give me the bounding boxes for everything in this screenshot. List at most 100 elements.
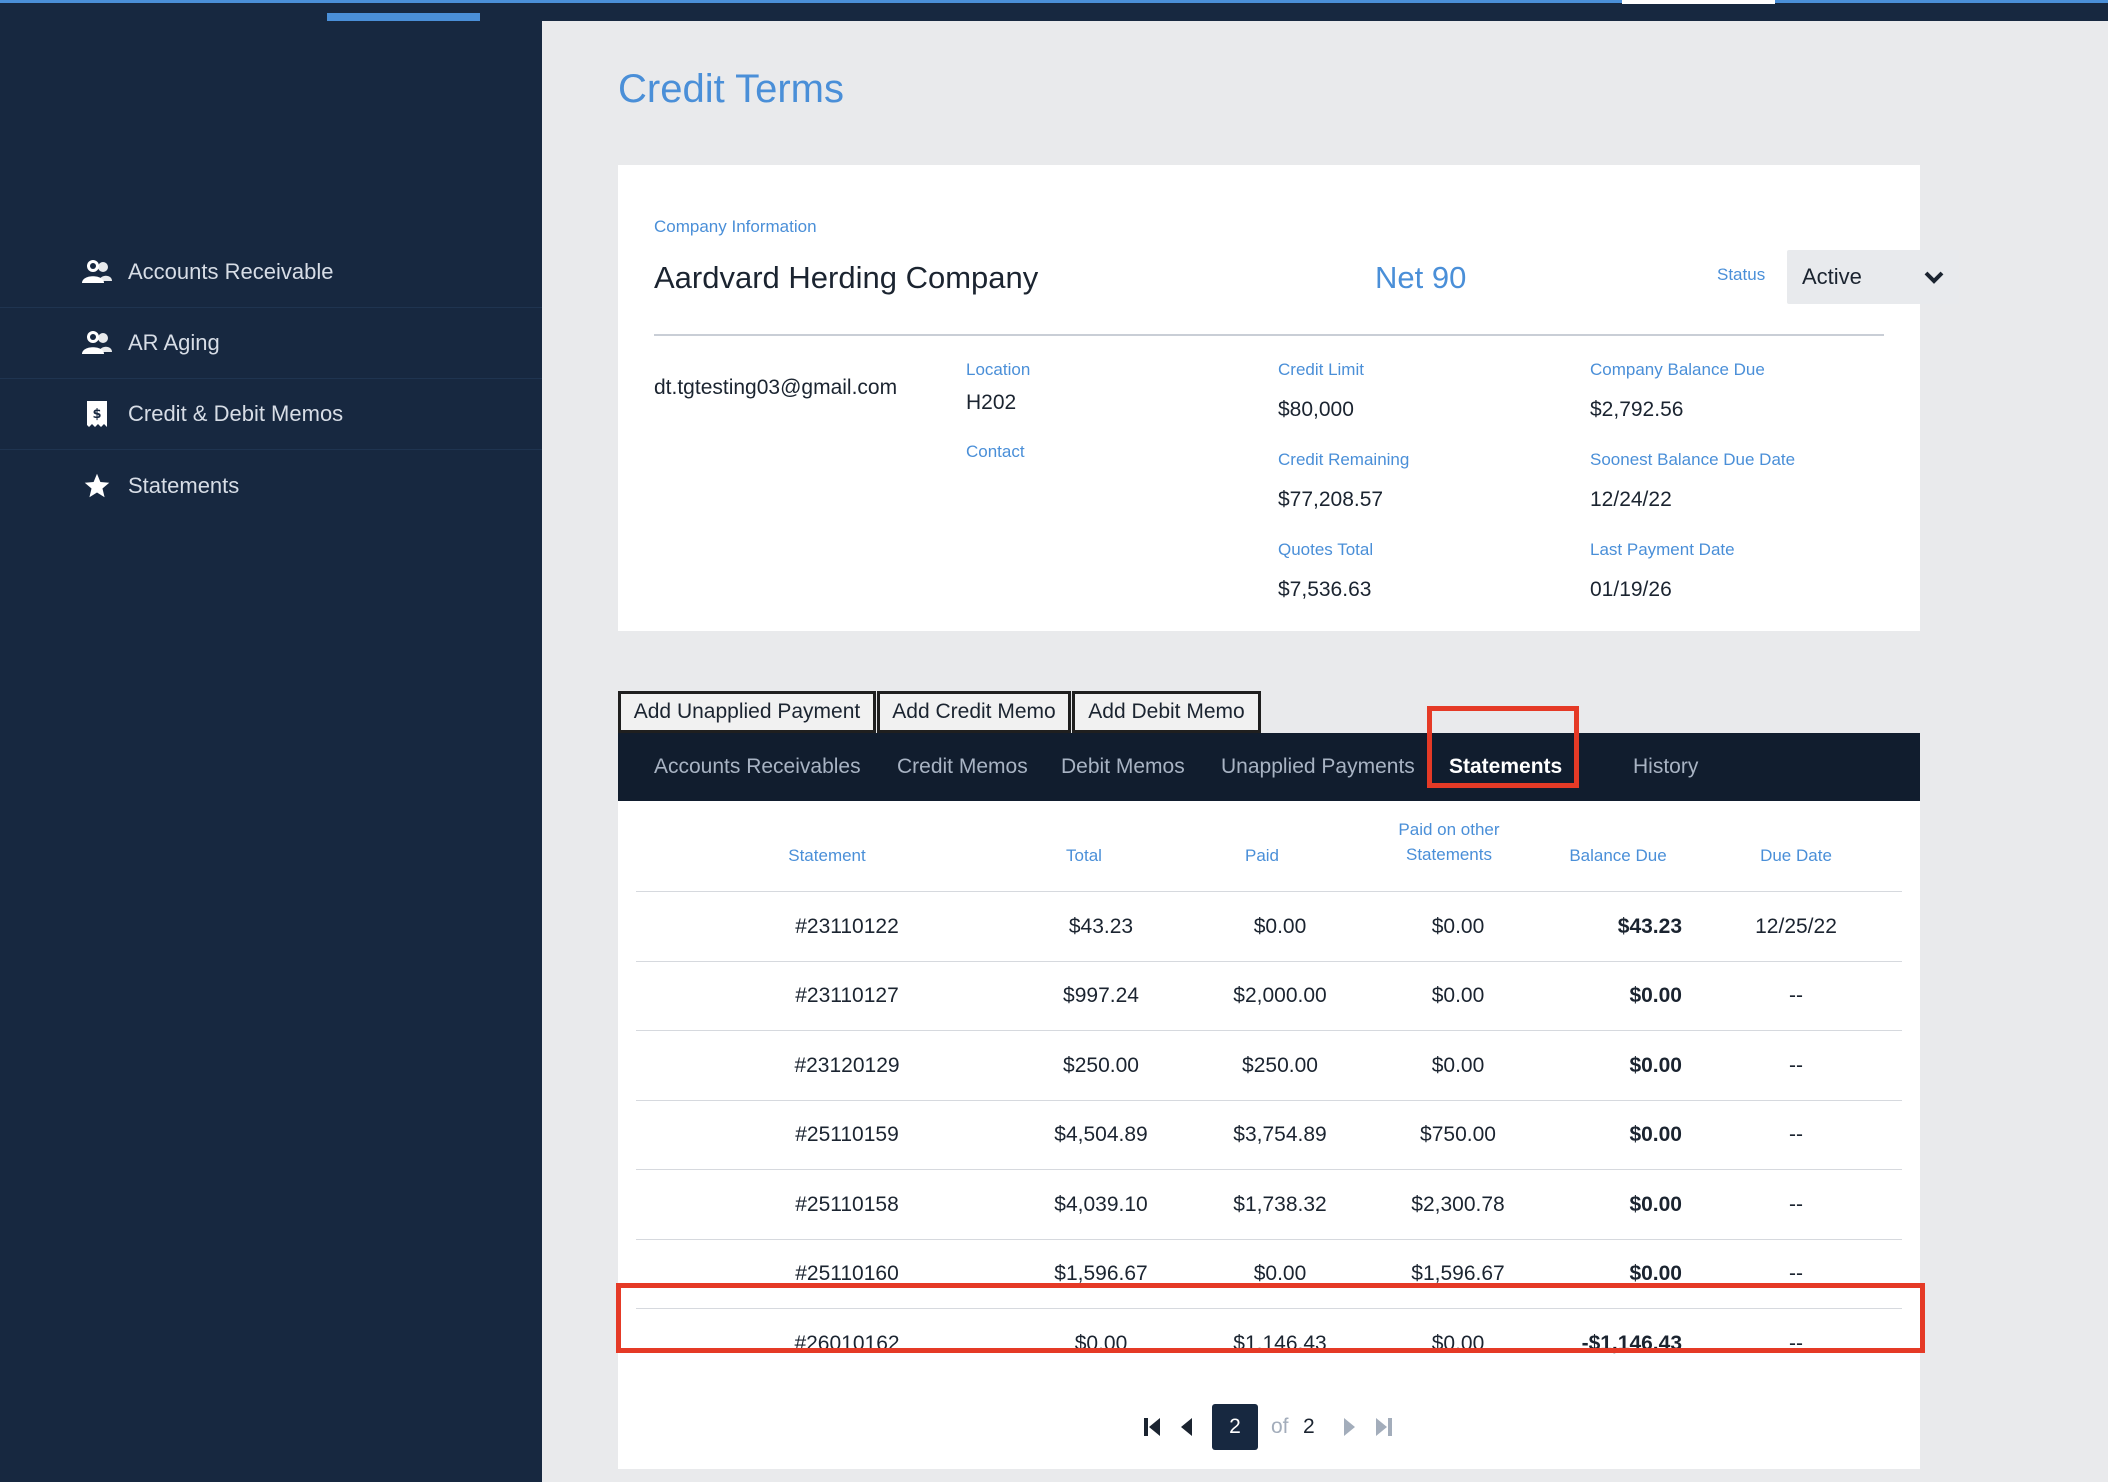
users-icon [82,257,112,287]
company-email: dt.tgtesting03@gmail.com [654,376,898,399]
sidebar-item-label: Accounts Receivable [128,259,334,284]
quotes-total-value: $7,536.63 [1278,578,1372,601]
column-header-balance-due: Balance Due [1569,846,1667,865]
cell-paid-other: $2,300.78 [1411,1192,1505,1216]
tab-credit-memos[interactable]: Credit Memos [897,733,1028,801]
soonest-due-label: Soonest Balance Due Date [1590,450,1796,469]
cell-balance-due: $0.00 [1629,1192,1682,1216]
previous-page-icon[interactable] [1176,1415,1198,1439]
cell-due-date: -- [1789,1192,1803,1216]
tab-bar: Accounts Receivables Credit Memos Debit … [618,733,1920,801]
cell-statement: #25110158 [795,1192,899,1216]
cell-paid-other: $0.00 [1431,984,1485,1007]
company-info-label: Company Information [654,217,817,236]
column-header-total: Total [1066,846,1102,865]
location-label: Location [966,360,1031,379]
cell-total: $250.00 [1063,1053,1139,1077]
credit-terms-value: Net 90 [1375,260,1467,295]
last-page-icon[interactable] [1373,1415,1395,1439]
cell-paid: $3,754.89 [1233,1123,1327,1146]
company-name: Aardvard Herding Company [654,260,1039,295]
cell-paid: $2,000.00 [1233,984,1327,1007]
table-row[interactable]: #23110127 $997.24 $2,000.00 $0.00 $0.00 -- [636,960,1902,1030]
nav-active-indicator [327,13,480,21]
chevron-down-icon [1924,271,1944,284]
cell-total: $997.24 [1063,984,1139,1007]
credit-remaining-label: Credit Remaining [1278,450,1410,469]
balance-due-label: Company Balance Due [1590,360,1765,379]
table-row[interactable]: #23120129 $250.00 $250.00 $0.00 $0.00 -- [636,1030,1902,1099]
cell-balance-due: $0.00 [1629,984,1682,1007]
receipt-icon: $ [82,399,112,429]
sidebar-item-label: Credit & Debit Memos [128,401,344,426]
sidebar-item-ar-aging[interactable]: AR Aging [0,308,542,379]
credit-limit-value: $80,000 [1278,398,1354,421]
status-label: Status [1717,265,1766,284]
cell-due-date: -- [1789,1053,1803,1077]
cell-due-date: -- [1789,1123,1803,1146]
cell-total: $4,039.10 [1054,1192,1148,1216]
sidebar-item-statements[interactable]: Statements [0,450,542,521]
add-credit-memo-button[interactable]: Add Credit Memo [877,691,1071,733]
add-debit-memo-button[interactable]: Add Debit Memo [1072,691,1261,733]
sidebar-item-credit-debit-memos[interactable]: $ Credit & Debit Memos [0,379,542,450]
cell-due-date: -- [1789,984,1803,1007]
main-content: Credit Terms Company Information Aardvar… [542,21,2108,1482]
table-row[interactable]: #25110158 $4,039.10 $1,738.32 $2,300.78 $0.0… [636,1169,1902,1238]
cell-balance-due: $43.23 [1617,914,1682,938]
svg-text:$: $ [92,407,101,422]
cell-statement: #25110159 [795,1123,899,1146]
tab-history[interactable]: History [1633,733,1698,801]
cell-due-date: 12/25/22 [1755,914,1837,938]
column-header-paid-other-line2: Statements [1406,845,1492,864]
column-header-paid-other: Paid on other Statements [1369,817,1529,867]
credit-limit-label: Credit Limit [1278,360,1364,379]
contact-label: Contact [966,442,1025,461]
cell-total: $43.23 [1068,914,1134,938]
cell-paid: $0.00 [1253,914,1307,938]
location-value: H202 [966,391,1017,414]
add-unapplied-payment-button[interactable]: Add Unapplied Payment [618,691,876,733]
cell-paid-other: $750.00 [1420,1123,1496,1146]
cell-statement: #23110127 [795,984,899,1007]
status-value: Active [1802,264,1862,289]
users-icon [82,328,112,358]
company-info-card: Company Information Aardvard Herding Com… [618,165,1959,631]
tab-accounts-receivables[interactable]: Accounts Receivables [654,733,861,801]
table-row[interactable]: #23110122 $43.23 $0.00 $0.00 $43.23 12/25/22 [636,891,1902,960]
sidebar-item-label: AR Aging [128,330,220,355]
column-header-paid-other-line1: Paid on other [1398,820,1500,839]
card-divider [654,334,1884,336]
cell-total: $4,504.89 [1054,1123,1148,1146]
cell-paid: $250.00 [1242,1053,1318,1077]
cell-paid-other: $0.00 [1431,914,1485,938]
table-row[interactable]: #25110159 $4,504.89 $3,754.89 $750.00 $0.00 -… [636,1099,1902,1169]
first-page-icon[interactable] [1141,1415,1163,1439]
current-page[interactable]: 2 [1212,1404,1258,1450]
column-header-paid: Paid [1244,846,1280,865]
quotes-total-label: Quotes Total [1278,540,1374,559]
top-bar-marker [1622,0,1775,4]
cell-paid: $1,738.32 [1233,1192,1327,1216]
column-header-statement: Statement [788,846,866,865]
last-payment-label: Last Payment Date [1590,540,1735,559]
soonest-due-value: 12/24/22 [1590,488,1672,511]
status-select[interactable]: Active [1787,250,1959,304]
cell-statement: #23120129 [794,1053,900,1077]
tab-unapplied-payments[interactable]: Unapplied Payments [1221,733,1415,801]
top-bar [0,0,2108,21]
column-header-due-date: Due Date [1760,846,1832,865]
sidebar-item-accounts-receivable[interactable]: Accounts Receivable [0,237,542,308]
statements-table: Statement Total Paid Paid on other State… [618,801,1920,1469]
cell-balance-due: $0.00 [1629,1053,1682,1077]
tab-debit-memos[interactable]: Debit Memos [1061,733,1185,801]
sidebar-item-label: Statements [128,472,240,498]
last-payment-value: 01/19/26 [1590,578,1672,601]
cell-balance-due: $0.00 [1629,1123,1682,1146]
pager-of-label: of [1271,1415,1289,1438]
cell-paid-other: $0.00 [1431,1053,1485,1077]
next-page-icon[interactable] [1338,1415,1360,1439]
sidebar: Accounts Receivable AR Aging $ Credit & … [0,21,542,1482]
star-icon [82,471,112,501]
highlighted-row-outline [616,1283,1925,1353]
